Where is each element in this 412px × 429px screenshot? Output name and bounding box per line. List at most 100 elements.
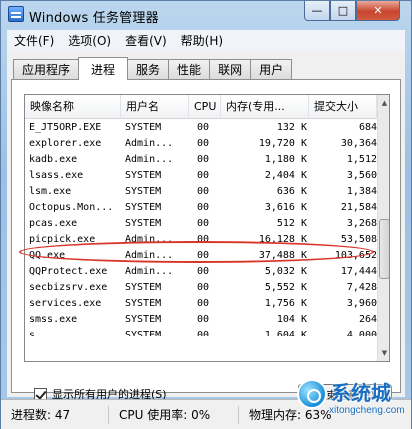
tab-applications[interactable]: 应用程序 <box>13 59 80 79</box>
table-row[interactable]: secbizsrv.exe SYSTEM 00 5,552 K 7,428 <box>25 280 377 296</box>
table-body: E_JT5ORP.EXE SYSTEM 00 132 K 684 explorer.exe… <box>25 120 377 336</box>
user-name-cell: SYSTEM <box>125 122 162 133</box>
tab-performance[interactable]: 性能 <box>168 59 211 79</box>
table-header: 映像名称 用户名 CPU 内存(专用... 提交大小 <box>25 95 377 119</box>
user-name-cell: SYSTEM <box>125 298 162 309</box>
scroll-down-arrow-icon[interactable]: ▼ <box>378 345 389 361</box>
cpu-cell: 00 <box>197 282 210 293</box>
vertical-scrollbar[interactable]: ▲ ▼ <box>377 95 389 361</box>
watermark-subtitle: xitongcheng.com <box>329 405 405 416</box>
process-name-cell: s... <box>29 330 54 336</box>
column-user-name[interactable]: 用户名 <box>121 95 189 119</box>
column-commit-size[interactable]: 提交大小 <box>309 95 377 119</box>
scroll-up-arrow-icon[interactable]: ▲ <box>378 95 389 111</box>
tab-services[interactable]: 服务 <box>127 59 170 79</box>
site-watermark: 系统城 xitongcheng.com <box>297 377 411 427</box>
process-name-cell: services.exe <box>29 298 102 309</box>
table-row[interactable]: Octopus.Mon... SYSTEM 00 3,616 K 21,584 <box>25 200 377 216</box>
main-content: 应用程序 进程 服务 性能 联网 用户 映像名称 用户名 CPU 内存(专用..… <box>7 51 405 406</box>
menu-file[interactable]: 文件(F) <box>7 32 61 49</box>
task-manager-icon <box>8 6 24 22</box>
commit-size-cell: 1,512 <box>346 154 377 165</box>
watermark-logo-icon <box>297 379 327 409</box>
cpu-cell: 00 <box>197 250 210 261</box>
user-name-cell: SYSTEM <box>125 170 162 181</box>
memory-cell: 1,756 K <box>264 298 307 309</box>
commit-size-cell: 7,428 <box>346 282 377 293</box>
table-row[interactable]: QQProtect.exe Admin... 00 5,032 K 17,444 <box>25 264 377 280</box>
process-name-cell: QQProtect.exe <box>29 266 108 277</box>
status-process-count: 进程数: 47 <box>1 405 109 424</box>
user-name-cell: SYSTEM <box>125 186 162 197</box>
table-row[interactable]: QQ.exe Admin... 00 37,488 K 103,652 <box>25 248 377 264</box>
user-name-cell: SYSTEM <box>125 314 162 325</box>
table-row[interactable]: E_JT5ORP.EXE SYSTEM 00 132 K 684 <box>25 120 377 136</box>
maximize-button[interactable]: □ <box>330 1 356 21</box>
table-row[interactable]: kadb.exe Admin... 00 1,180 K 1,512 <box>25 152 377 168</box>
scrollbar-thumb[interactable] <box>379 219 389 279</box>
column-image-name[interactable]: 映像名称 <box>25 95 121 119</box>
user-name-cell: Admin... <box>125 250 174 261</box>
user-name-cell: SYSTEM <box>125 330 162 336</box>
process-name-cell: QQ.exe <box>29 250 66 261</box>
memory-cell: 16,128 K <box>258 234 307 245</box>
memory-cell: 5,032 K <box>264 266 307 277</box>
cpu-cell: 00 <box>197 234 210 245</box>
menu-help[interactable]: 帮助(H) <box>174 32 230 49</box>
title-bar[interactable]: Windows 任务管理器 — □ ✕ <box>1 1 411 29</box>
user-name-cell: Admin... <box>125 266 174 277</box>
tab-networking[interactable]: 联网 <box>209 59 252 79</box>
cpu-cell: 00 <box>197 170 210 181</box>
memory-cell: 636 K <box>276 186 307 197</box>
processes-panel: 映像名称 用户名 CPU 内存(专用... 提交大小 E_JT5ORP.EXE S… <box>11 79 401 406</box>
commit-size-cell: 1,384 <box>346 186 377 197</box>
cpu-cell: 00 <box>197 202 210 213</box>
process-table: 映像名称 用户名 CPU 内存(专用... 提交大小 E_JT5ORP.EXE S… <box>24 94 390 362</box>
commit-size-cell: 17,444 <box>340 266 377 277</box>
cpu-cell: 00 <box>197 330 210 336</box>
table-row[interactable]: explorer.exe Admin... 00 19,720 K 30,364 <box>25 136 377 152</box>
table-row[interactable]: lsm.exe SYSTEM 00 636 K 1,384 <box>25 184 377 200</box>
column-memory[interactable]: 内存(专用... <box>221 95 309 119</box>
cpu-cell: 00 <box>197 186 210 197</box>
table-row[interactable]: lsass.exe SYSTEM 00 2,404 K 3,560 <box>25 168 377 184</box>
column-cpu[interactable]: CPU <box>189 95 221 119</box>
user-name-cell: SYSTEM <box>125 218 162 229</box>
minimize-button[interactable]: — <box>304 1 330 21</box>
user-name-cell: SYSTEM <box>125 282 162 293</box>
menu-options[interactable]: 选项(O) <box>61 32 118 49</box>
process-name-cell: explorer.exe <box>29 138 102 149</box>
process-name-cell: kadb.exe <box>29 154 78 165</box>
commit-size-cell: 4,000 <box>346 330 377 336</box>
cpu-cell: 00 <box>197 138 210 149</box>
process-name-cell: secbizsrv.exe <box>29 282 108 293</box>
cpu-cell: 00 <box>197 122 210 133</box>
table-row[interactable]: s... SYSTEM 00 1,604 K 4,000 <box>25 328 377 336</box>
cpu-cell: 00 <box>197 314 210 325</box>
tab-strip: 应用程序 进程 服务 性能 联网 用户 <box>13 57 293 80</box>
table-row[interactable]: smss.exe SYSTEM 00 104 K 264 <box>25 312 377 328</box>
watermark-title: 系统城 <box>331 381 391 405</box>
memory-cell: 5,552 K <box>264 282 307 293</box>
commit-size-cell: 53,508 <box>340 234 377 245</box>
menu-view[interactable]: 查看(V) <box>118 32 174 49</box>
table-row[interactable]: picpick.exe Admin... 00 16,128 K 53,508 <box>25 232 377 248</box>
process-name-cell: lsass.exe <box>29 170 84 181</box>
memory-cell: 1,604 K <box>264 330 307 336</box>
user-name-cell: Admin... <box>125 138 174 149</box>
cpu-cell: 00 <box>197 218 210 229</box>
memory-cell: 104 K <box>276 314 307 325</box>
user-name-cell: Admin... <box>125 154 174 165</box>
window-title: Windows 任务管理器 <box>29 11 159 26</box>
commit-size-cell: 3,268 <box>346 218 377 229</box>
close-button[interactable]: ✕ <box>356 1 400 21</box>
process-name-cell: Octopus.Mon... <box>29 202 114 213</box>
memory-cell: 512 K <box>276 218 307 229</box>
memory-cell: 37,488 K <box>258 250 307 261</box>
commit-size-cell: 3,560 <box>346 170 377 181</box>
table-row[interactable]: services.exe SYSTEM 00 1,756 K 3,960 <box>25 296 377 312</box>
tab-users[interactable]: 用户 <box>250 59 293 79</box>
tab-processes[interactable]: 进程 <box>78 57 129 80</box>
status-cpu-usage: CPU 使用率: 0% <box>109 405 239 424</box>
table-row[interactable]: pcas.exe SYSTEM 00 512 K 3,268 <box>25 216 377 232</box>
